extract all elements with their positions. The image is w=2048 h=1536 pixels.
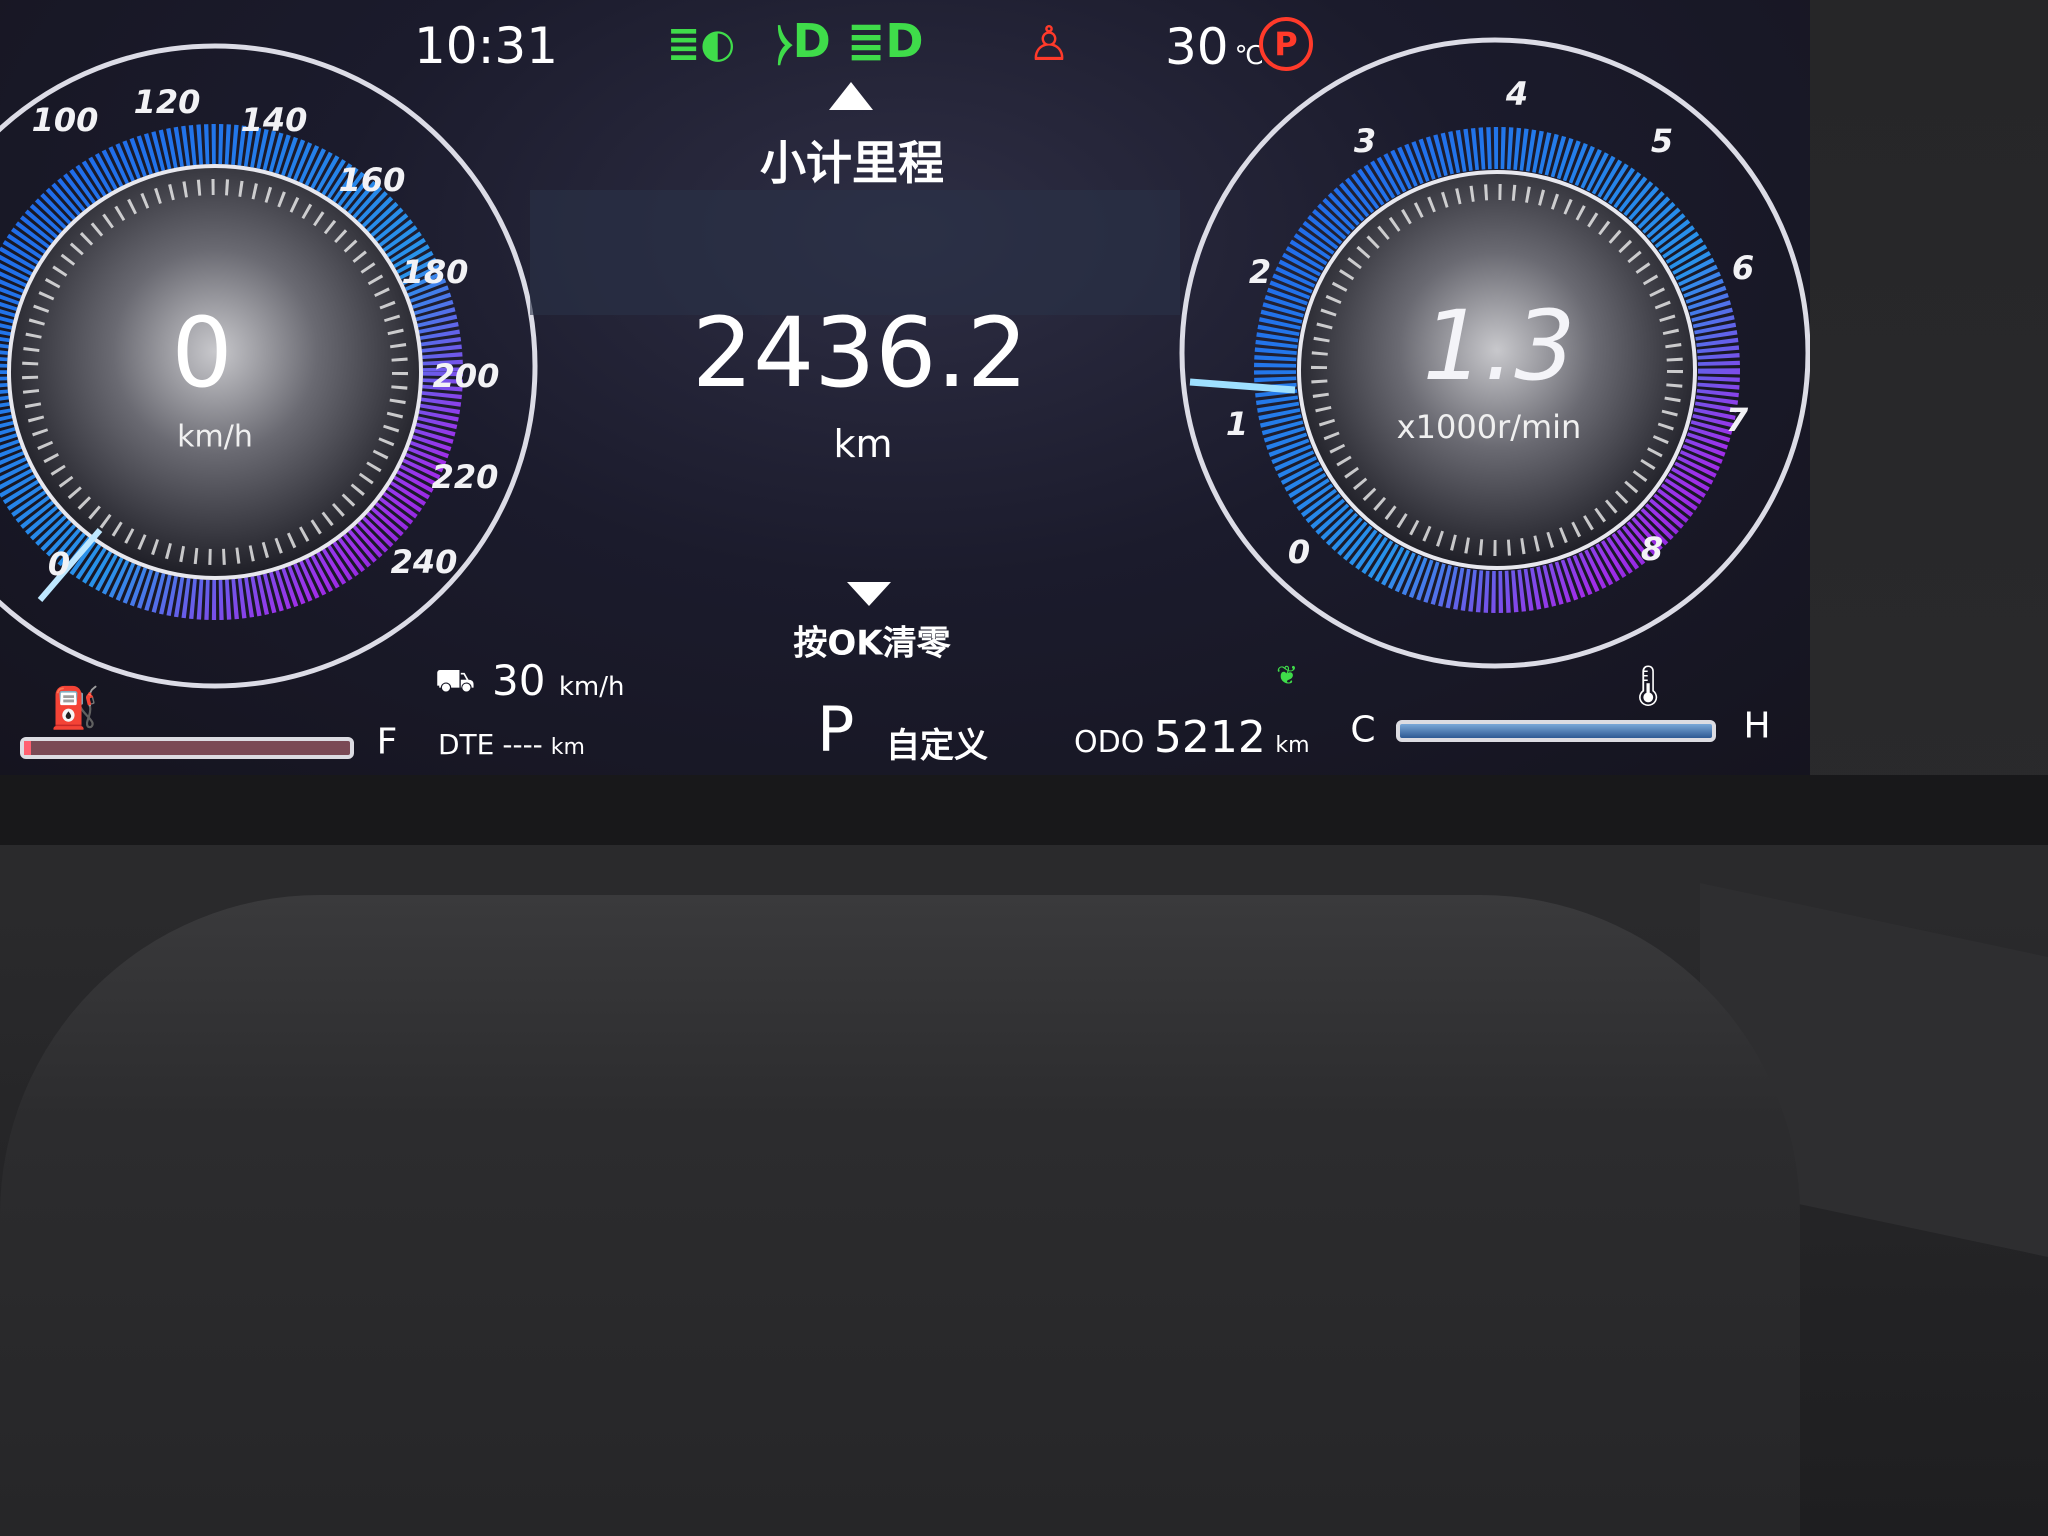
- speed-tick-label: 200: [432, 357, 500, 395]
- trip-value: 2436.2: [692, 297, 1028, 409]
- outside-temperature: 30 ℃: [1165, 18, 1264, 76]
- rpm-tick-label: 8: [1640, 530, 1664, 568]
- speed-tick-label: 0: [47, 545, 71, 583]
- speed-limit: 30 km/h: [492, 656, 624, 705]
- rpm-tick-label: 7: [1725, 401, 1749, 439]
- outside-temp-value: 30: [1165, 18, 1229, 76]
- distance-to-empty: DTE ---- km: [438, 728, 585, 761]
- coolant-gauge-bar: [1396, 720, 1716, 742]
- fuel-icon: ⛽: [50, 685, 100, 732]
- trip-unit: km: [833, 422, 893, 466]
- rpm-tick-label: 4: [1505, 75, 1529, 113]
- odo-label: ODO: [1074, 725, 1145, 760]
- speed-tick-label: 220: [431, 458, 499, 496]
- coolant-temp-icon: 🌡: [1622, 663, 1674, 710]
- speed-tick-label: 240: [390, 543, 458, 581]
- rpm-tick-label: 6: [1731, 249, 1755, 287]
- speed-tick-label: 140: [240, 101, 308, 139]
- speed-tick-label: 100: [31, 101, 99, 139]
- drive-mode: 自定义: [886, 726, 988, 766]
- headlight-on-icon: ⧽D ≣D: [776, 14, 924, 68]
- seatbelt-warning-icon: ♙: [1027, 16, 1071, 72]
- dte-unit: km: [550, 735, 585, 760]
- odo-value: 5212: [1153, 712, 1266, 763]
- fuel-full-label: F: [376, 721, 398, 763]
- tachometer-needle: [1189, 378, 1296, 394]
- reset-hint: 按OK清零: [793, 623, 951, 664]
- odometer: ODO 5212 km: [1074, 712, 1310, 763]
- odo-unit: km: [1275, 733, 1310, 758]
- fuel-gauge-bar: [20, 737, 354, 759]
- cluster-bezel: [0, 775, 2048, 845]
- speed-tick-label: 160: [338, 161, 406, 199]
- trip-title: 小计里程: [760, 136, 944, 190]
- rpm-tick-label: 1: [1225, 405, 1249, 443]
- speed-value: 0: [171, 297, 233, 409]
- speed-limit-unit: km/h: [558, 672, 625, 702]
- parking-brake-icon: P: [1259, 17, 1313, 71]
- speed-limit-value: 30: [492, 656, 546, 705]
- rpm-tick-label: 3: [1353, 122, 1377, 160]
- rpm-tick-label: 5: [1650, 122, 1674, 160]
- position-lights-icon: ❦: [1276, 661, 1298, 691]
- dte-label: DTE: [438, 728, 495, 761]
- clock: 10:31: [413, 17, 559, 75]
- rpm-tick-label: 0: [1287, 533, 1311, 571]
- scroll-down-arrow-icon[interactable]: [847, 582, 891, 606]
- rpm-unit: x1000r/min: [1396, 408, 1582, 446]
- speed-tick-label: 120: [133, 83, 201, 121]
- photo-scene: 0 100 120 140 160 180 200 220 240 0 km/h…: [0, 0, 2048, 1536]
- coolant-cold-label: C: [1350, 709, 1376, 751]
- fuel-level-fill: [24, 741, 31, 755]
- dte-value: ----: [502, 728, 543, 761]
- gear-indicator: P: [817, 693, 855, 766]
- dashboard-hood: [0, 895, 1800, 1536]
- coolant-hot-label: H: [1743, 705, 1771, 747]
- low-beam-icon: ≣◐: [666, 21, 736, 67]
- rpm-tick-label: 2: [1248, 253, 1272, 291]
- speed-tick-label: 180: [401, 253, 469, 291]
- scroll-up-arrow-icon[interactable]: [829, 82, 873, 110]
- instrument-cluster-screen: 0 100 120 140 160 180 200 220 240 0 km/h…: [0, 0, 1810, 775]
- speed-limit-icon: ⛟: [434, 661, 476, 699]
- speed-unit: km/h: [177, 419, 253, 455]
- rpm-value: 1.3: [1422, 290, 1576, 402]
